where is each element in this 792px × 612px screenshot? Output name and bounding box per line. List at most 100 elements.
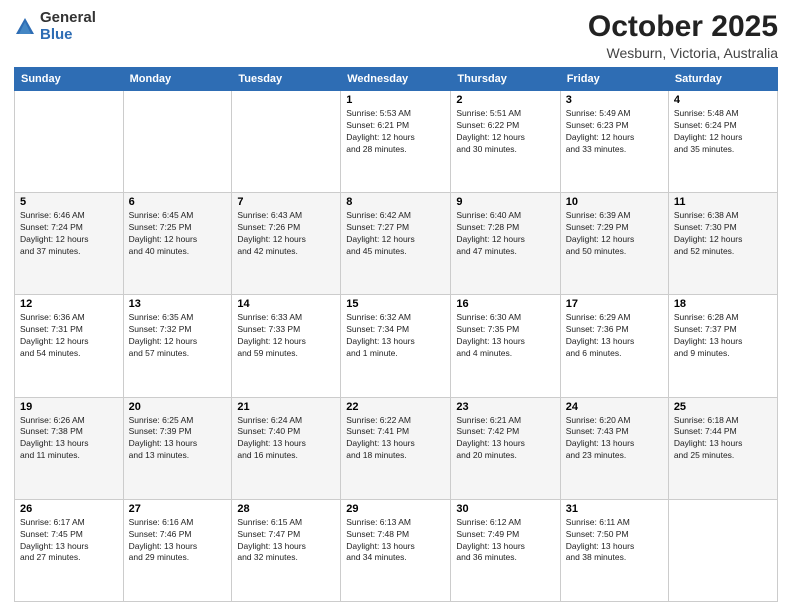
calendar-cell: 6Sunrise: 6:45 AM Sunset: 7:25 PM Daylig…: [123, 193, 232, 295]
logo-general: General: [40, 10, 96, 27]
day-info: Sunrise: 6:33 AM Sunset: 7:33 PM Dayligh…: [237, 312, 335, 360]
day-info: Sunrise: 6:25 AM Sunset: 7:39 PM Dayligh…: [129, 415, 227, 463]
day-info: Sunrise: 6:11 AM Sunset: 7:50 PM Dayligh…: [566, 517, 663, 565]
day-info: Sunrise: 6:43 AM Sunset: 7:26 PM Dayligh…: [237, 210, 335, 258]
day-number: 23: [456, 401, 554, 413]
day-number: 4: [674, 94, 772, 106]
day-info: Sunrise: 6:46 AM Sunset: 7:24 PM Dayligh…: [20, 210, 118, 258]
day-info: Sunrise: 6:22 AM Sunset: 7:41 PM Dayligh…: [346, 415, 445, 463]
calendar-cell: 3Sunrise: 5:49 AM Sunset: 6:23 PM Daylig…: [560, 91, 668, 193]
logo-icon: [14, 16, 36, 38]
page: General Blue October 2025 Wesburn, Victo…: [0, 0, 792, 612]
calendar-cell: 25Sunrise: 6:18 AM Sunset: 7:44 PM Dayli…: [668, 397, 777, 499]
location-subtitle: Wesburn, Victoria, Australia: [588, 45, 778, 61]
calendar-cell: 20 Sunrise: 6:25 AM Sunset: 7:39 PM Dayli…: [123, 397, 232, 499]
calendar-cell: 2Sunrise: 5:51 AM Sunset: 6:22 PM Daylig…: [451, 91, 560, 193]
day-info: Sunrise: 6:15 AM Sunset: 7:47 PM Dayligh…: [237, 517, 335, 565]
day-info: Sunrise: 5:53 AM Sunset: 6:21 PM Dayligh…: [346, 108, 445, 156]
calendar-week-3: 12 Sunrise: 6:36 AM Sunset: 7:31 PM Dayli…: [15, 295, 778, 397]
calendar-cell: 31Sunrise: 6:11 AM Sunset: 7:50 PM Dayli…: [560, 499, 668, 601]
calendar-cell: 4Sunrise: 5:48 AM Sunset: 6:24 PM Daylig…: [668, 91, 777, 193]
header: General Blue October 2025 Wesburn, Victo…: [14, 10, 778, 61]
day-number: 6: [129, 196, 227, 208]
calendar-cell: 19 Sunrise: 6:26 AM Sunset: 7:38 PM Dayli…: [15, 397, 124, 499]
day-number: 2: [456, 94, 554, 106]
calendar-week-2: 5 Sunrise: 6:46 AM Sunset: 7:24 PM Daylig…: [15, 193, 778, 295]
day-number: 10: [566, 196, 663, 208]
calendar-cell: 21 Sunrise: 6:24 AM Sunset: 7:40 PM Dayli…: [232, 397, 341, 499]
calendar-cell: 15 Sunrise: 6:32 AM Sunset: 7:34 PM Dayli…: [341, 295, 451, 397]
day-info: Sunrise: 6:28 AM Sunset: 7:37 PM Dayligh…: [674, 312, 772, 360]
day-number: 22: [346, 401, 445, 413]
calendar-cell: 17 Sunrise: 6:29 AM Sunset: 7:36 PM Dayli…: [560, 295, 668, 397]
logo-text: General Blue: [40, 10, 96, 43]
day-number: 1: [346, 94, 445, 106]
day-info: Sunrise: 6:29 AM Sunset: 7:36 PM Dayligh…: [566, 312, 663, 360]
calendar-cell: 14 Sunrise: 6:33 AM Sunset: 7:33 PM Dayli…: [232, 295, 341, 397]
calendar-cell: 30Sunrise: 6:12 AM Sunset: 7:49 PM Dayli…: [451, 499, 560, 601]
calendar-cell: 13 Sunrise: 6:35 AM Sunset: 7:32 PM Dayli…: [123, 295, 232, 397]
day-info: Sunrise: 6:24 AM Sunset: 7:40 PM Dayligh…: [237, 415, 335, 463]
calendar-cell: [15, 91, 124, 193]
day-info: Sunrise: 6:18 AM Sunset: 7:44 PM Dayligh…: [674, 415, 772, 463]
day-number: 20: [129, 401, 227, 413]
day-info: Sunrise: 6:35 AM Sunset: 7:32 PM Dayligh…: [129, 312, 227, 360]
calendar-cell: 10 Sunrise: 6:39 AM Sunset: 7:29 PM Dayli…: [560, 193, 668, 295]
day-info: Sunrise: 6:26 AM Sunset: 7:38 PM Dayligh…: [20, 415, 118, 463]
calendar-cell: 26 Sunrise: 6:17 AM Sunset: 7:45 PM Dayli…: [15, 499, 124, 601]
col-thursday: Thursday: [451, 68, 560, 91]
day-number: 26: [20, 503, 118, 515]
day-number: 13: [129, 298, 227, 310]
col-monday: Monday: [123, 68, 232, 91]
calendar-cell: 8 Sunrise: 6:42 AM Sunset: 7:27 PM Daylig…: [341, 193, 451, 295]
day-info: Sunrise: 5:49 AM Sunset: 6:23 PM Dayligh…: [566, 108, 663, 156]
day-number: 7: [237, 196, 335, 208]
calendar-header-row: Sunday Monday Tuesday Wednesday Thursday…: [15, 68, 778, 91]
calendar-cell: 27Sunrise: 6:16 AM Sunset: 7:46 PM Dayli…: [123, 499, 232, 601]
day-info: Sunrise: 6:12 AM Sunset: 7:49 PM Dayligh…: [456, 517, 554, 565]
calendar-week-1: 1 Sunrise: 5:53 AM Sunset: 6:21 PM Daylig…: [15, 91, 778, 193]
day-info: Sunrise: 6:13 AM Sunset: 7:48 PM Dayligh…: [346, 517, 445, 565]
day-number: 27: [129, 503, 227, 515]
day-number: 12: [20, 298, 118, 310]
day-info: Sunrise: 6:42 AM Sunset: 7:27 PM Dayligh…: [346, 210, 445, 258]
calendar-cell: 29 Sunrise: 6:13 AM Sunset: 7:48 PM Dayli…: [341, 499, 451, 601]
day-number: 17: [566, 298, 663, 310]
col-friday: Friday: [560, 68, 668, 91]
calendar-cell: 28 Sunrise: 6:15 AM Sunset: 7:47 PM Dayli…: [232, 499, 341, 601]
day-number: 28: [237, 503, 335, 515]
month-title: October 2025: [588, 10, 778, 43]
logo: General Blue: [14, 10, 96, 43]
day-info: Sunrise: 6:38 AM Sunset: 7:30 PM Dayligh…: [674, 210, 772, 258]
day-number: 18: [674, 298, 772, 310]
day-number: 15: [346, 298, 445, 310]
day-number: 21: [237, 401, 335, 413]
day-info: Sunrise: 6:36 AM Sunset: 7:31 PM Dayligh…: [20, 312, 118, 360]
calendar-cell: 9Sunrise: 6:40 AM Sunset: 7:28 PM Daylig…: [451, 193, 560, 295]
calendar-week-4: 19 Sunrise: 6:26 AM Sunset: 7:38 PM Dayli…: [15, 397, 778, 499]
calendar-cell: 18 Sunrise: 6:28 AM Sunset: 7:37 PM Dayli…: [668, 295, 777, 397]
day-number: 29: [346, 503, 445, 515]
logo-blue: Blue: [40, 27, 96, 44]
day-info: Sunrise: 6:30 AM Sunset: 7:35 PM Dayligh…: [456, 312, 554, 360]
day-info: Sunrise: 6:17 AM Sunset: 7:45 PM Dayligh…: [20, 517, 118, 565]
calendar-cell: [232, 91, 341, 193]
col-saturday: Saturday: [668, 68, 777, 91]
day-info: Sunrise: 6:40 AM Sunset: 7:28 PM Dayligh…: [456, 210, 554, 258]
day-number: 11: [674, 196, 772, 208]
day-number: 19: [20, 401, 118, 413]
calendar-cell: 24Sunrise: 6:20 AM Sunset: 7:43 PM Dayli…: [560, 397, 668, 499]
calendar-cell: 22 Sunrise: 6:22 AM Sunset: 7:41 PM Dayli…: [341, 397, 451, 499]
day-number: 14: [237, 298, 335, 310]
day-number: 8: [346, 196, 445, 208]
calendar-table: Sunday Monday Tuesday Wednesday Thursday…: [14, 67, 778, 602]
calendar-week-5: 26 Sunrise: 6:17 AM Sunset: 7:45 PM Dayli…: [15, 499, 778, 601]
day-number: 5: [20, 196, 118, 208]
calendar-cell: 23Sunrise: 6:21 AM Sunset: 7:42 PM Dayli…: [451, 397, 560, 499]
day-info: Sunrise: 6:39 AM Sunset: 7:29 PM Dayligh…: [566, 210, 663, 258]
calendar-cell: [123, 91, 232, 193]
calendar-cell: [668, 499, 777, 601]
day-info: Sunrise: 6:32 AM Sunset: 7:34 PM Dayligh…: [346, 312, 445, 360]
calendar-cell: 12 Sunrise: 6:36 AM Sunset: 7:31 PM Dayli…: [15, 295, 124, 397]
calendar-cell: 16Sunrise: 6:30 AM Sunset: 7:35 PM Dayli…: [451, 295, 560, 397]
